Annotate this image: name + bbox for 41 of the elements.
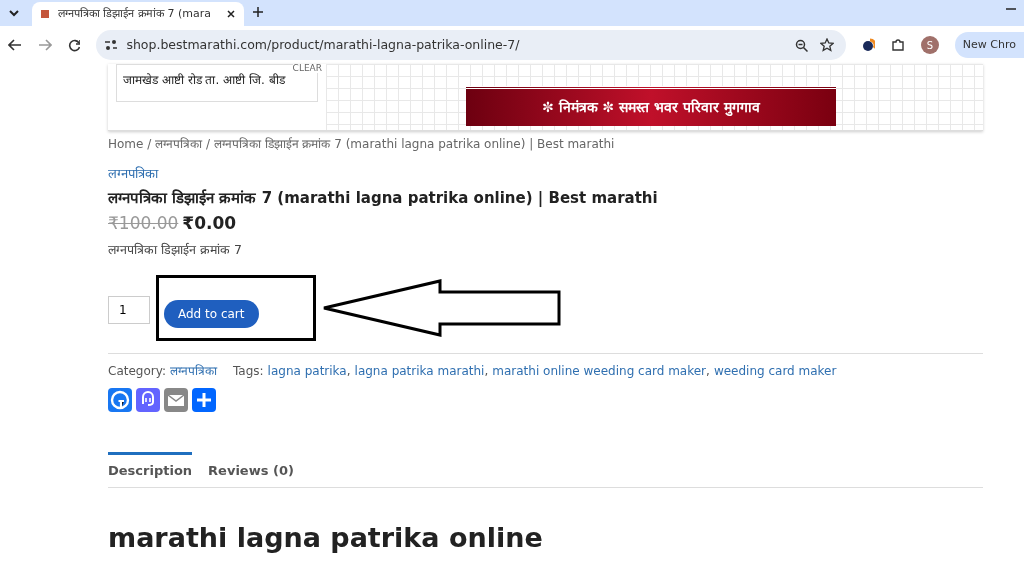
new-tab-icon[interactable] — [252, 6, 264, 18]
tag-separator: , — [706, 363, 710, 381]
profile-avatar[interactable]: S — [921, 36, 939, 54]
tag-separator: , — [346, 363, 351, 381]
tag-link[interactable]: lagna patrika — [267, 362, 347, 381]
close-icon[interactable] — [226, 9, 236, 19]
site-favicon-icon — [40, 9, 50, 19]
star-icon[interactable] — [819, 38, 834, 52]
sale-price: ₹0.00 — [182, 212, 237, 235]
category-label: Category: — [108, 363, 166, 381]
invitation-banner: ✼ निमंत्रक ✼ समस्त भवर परिवार मुगगाव — [466, 86, 836, 126]
zoom-out-icon[interactable] — [794, 38, 808, 52]
old-price: ₹100.00 — [108, 212, 179, 235]
add-to-cart-button[interactable]: Add to cart — [164, 300, 259, 329]
share-icon[interactable] — [192, 388, 216, 413]
url-text: shop.bestmarathi.com/product/marathi-lagna-patrika-online-7/ — [126, 35, 521, 54]
content-tab[interactable]: Reviews (0) — [208, 452, 294, 487]
content-tab[interactable]: Description — [108, 452, 193, 487]
address-bar[interactable]: shop.bestmarathi.com/product/marathi-lagna-patrika-online-7/ — [96, 30, 846, 60]
new-chrome-button[interactable]: New Chro — [954, 31, 1024, 59]
tag-link[interactable]: marathi online weeding card maker — [492, 362, 707, 381]
tag-separator: , — [484, 363, 489, 381]
forward-icon[interactable] — [37, 39, 52, 51]
product-title: लग्नपत्रिका डिझाईन क्रमांक 7 (marathi lagna patrika online) | Best marathi — [108, 189, 659, 207]
section-heading: marathi lagna patrika online — [108, 521, 544, 555]
tags-label: Tags: — [233, 363, 264, 381]
email-icon[interactable] — [164, 388, 188, 413]
extension-logo-icon[interactable] — [861, 38, 876, 52]
breadcrumb: Home / लग्नपत्रिका / लग्नपत्रिका डिझाईन क्रमांक 7 (marathi lagna patrika online) | Best marathi — [108, 136, 616, 153]
quantity-field[interactable]: 1 — [108, 296, 150, 325]
browser-tab[interactable]: लग्नपत्रिका डिझाईन क्रमांक 7 (mara — [32, 2, 244, 26]
reload-icon[interactable] — [67, 38, 81, 52]
tab-title: लग्नपत्रिका डिझाईन क्रमांक 7 (mara — [58, 5, 212, 22]
category-link[interactable]: लग्नपत्रिका — [170, 362, 217, 381]
short-description: लग्नपत्रिका डिझाईन क्रमांक 7 — [108, 240, 243, 259]
back-icon[interactable] — [8, 39, 22, 51]
site-settings-icon[interactable] — [104, 39, 119, 51]
mastodon-icon[interactable] — [136, 388, 160, 413]
clear-label[interactable]: CLEAR — [292, 64, 322, 73]
tag-link[interactable]: weeding card maker — [713, 362, 837, 381]
category-link[interactable]: लग्नपत्रिका — [108, 166, 158, 181]
